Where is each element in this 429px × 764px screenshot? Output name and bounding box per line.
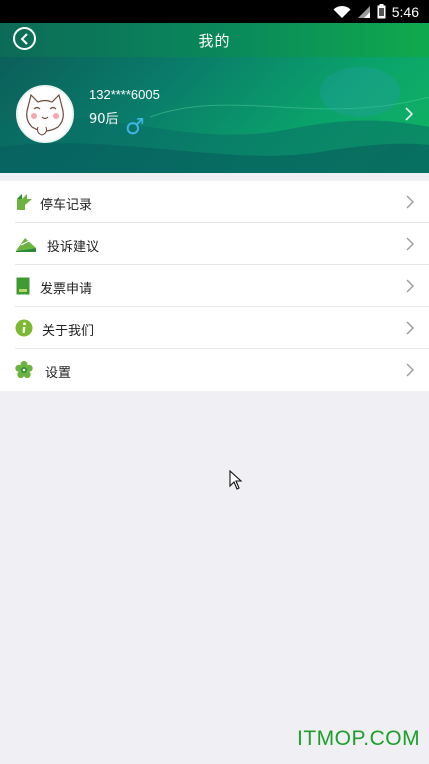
- menu-item-about-us[interactable]: 关于我们: [0, 307, 429, 349]
- chevron-right-icon: [406, 321, 414, 335]
- signal-icon: [357, 5, 370, 18]
- parking-record-icon: [17, 194, 32, 210]
- menu-item-label: 设置: [45, 366, 72, 381]
- status-bar: 5:46: [0, 0, 429, 23]
- back-circle-icon[interactable]: [13, 27, 36, 50]
- title-bar: 我的: [0, 23, 429, 57]
- chevron-right-icon: [406, 279, 414, 293]
- complaint-icon: [16, 238, 36, 252]
- menu-item-settings[interactable]: 设置: [0, 349, 429, 391]
- page-title: 我的: [198, 31, 231, 50]
- menu-item-label: 投诉建议: [47, 240, 100, 255]
- chevron-right-icon: [406, 195, 414, 209]
- status-time: 5:46: [391, 3, 419, 20]
- watermark-text: ITMOP.COM: [297, 727, 421, 750]
- info-icon: [15, 319, 33, 337]
- avatar[interactable]: [16, 85, 74, 143]
- chevron-right-icon: [406, 363, 414, 377]
- male-gender-icon: ♂: [125, 115, 145, 140]
- chevron-right-icon: [406, 237, 414, 251]
- menu-item-parking-records[interactable]: 停车记录: [0, 181, 429, 223]
- status-icons: [333, 4, 386, 19]
- battery-icon: [377, 4, 386, 19]
- chevron-right-icon: [405, 107, 413, 121]
- invoice-icon: [16, 277, 30, 295]
- wifi-icon: [333, 5, 351, 18]
- settings-flower-icon: [15, 361, 33, 379]
- mouse-cursor-icon: [229, 470, 243, 490]
- menu-item-complaints[interactable]: 投诉建议: [0, 223, 429, 265]
- menu-item-label: 关于我们: [42, 324, 95, 339]
- menu-list: 停车记录 投诉建议 发票申请 关于我们 设置: [0, 181, 429, 391]
- user-age-group: 90后: [89, 112, 119, 127]
- profile-banner[interactable]: 132****6005 90后 ♂: [0, 57, 429, 173]
- menu-item-label: 发票申请: [40, 282, 93, 297]
- menu-item-invoice[interactable]: 发票申请: [0, 265, 429, 307]
- menu-item-label: 停车记录: [40, 198, 93, 213]
- user-phone: 132****6005: [89, 87, 160, 102]
